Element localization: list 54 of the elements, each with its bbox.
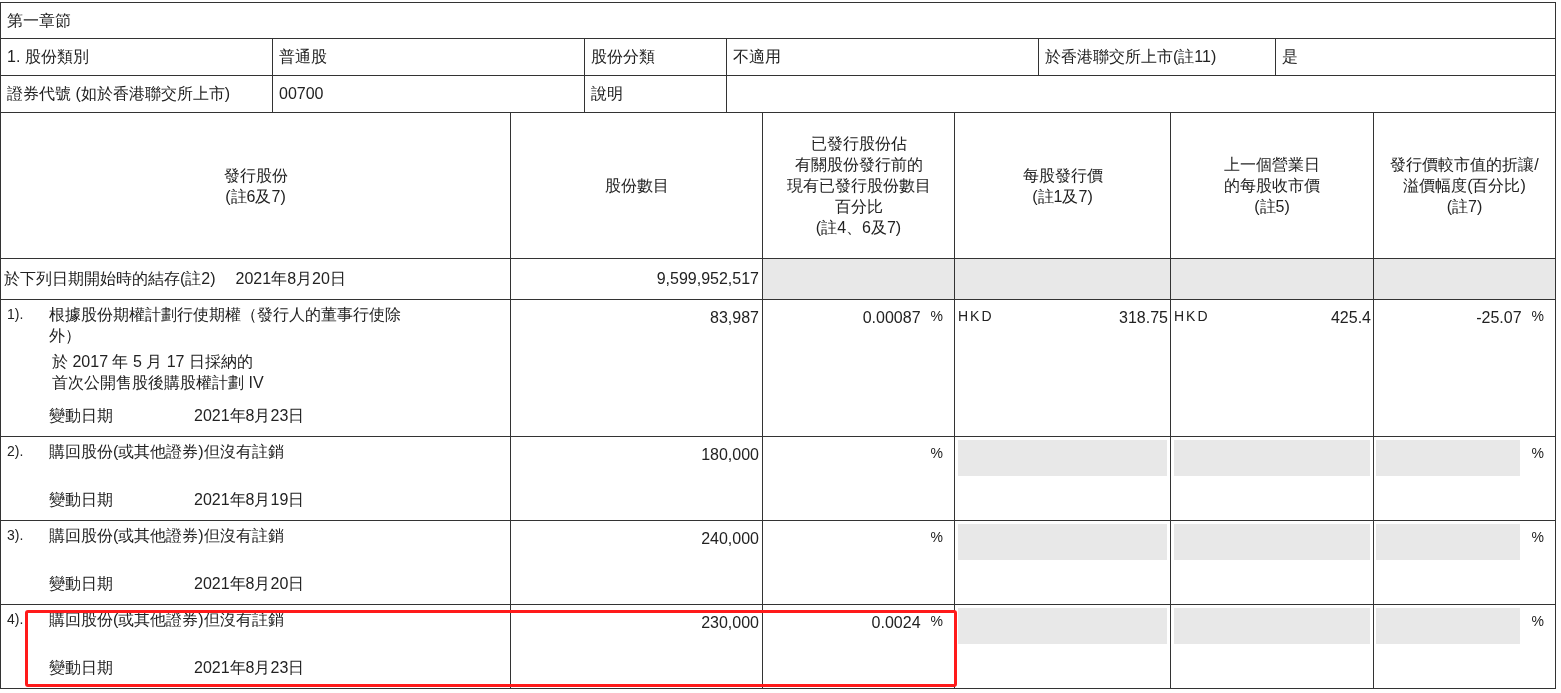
change-date: 2021年8月19日 xyxy=(194,490,305,510)
row-description: 購回股份(或其他證券)但沒有註銷 xyxy=(49,526,285,546)
share-count: 83,987 xyxy=(710,308,759,328)
column-header: 發行價較市值的折讓/ 溢價幅度(百分比) (註7) xyxy=(1390,155,1539,217)
share-count: 9,599,952,517 xyxy=(656,269,759,289)
change-date: 2021年8月23日 xyxy=(194,406,305,426)
date-label: 變動日期 xyxy=(49,490,114,510)
row-sub-description: 於 2017 年 5 月 17 日採納的 首次公開售股後購股權計劃 IV xyxy=(51,352,265,393)
row-description: 購回股份(或其他證券)但沒有註銷 xyxy=(49,442,285,462)
section-title: 第一章節 xyxy=(7,10,71,31)
percent-sign: % xyxy=(930,612,943,631)
share-count: 240,000 xyxy=(701,529,759,549)
row-index: 3). xyxy=(7,526,25,545)
price-value: 318.75 xyxy=(1119,308,1168,328)
column-header: 上一個營業日 的每股收市價 (註5) xyxy=(1224,155,1320,217)
date-label: 變動日期 xyxy=(49,406,114,426)
balance-label: 於下列日期開始時的結存(註2) xyxy=(4,269,216,289)
price-value: 425.4 xyxy=(1330,308,1371,328)
field-label: 於香港聯交所上市(註11) xyxy=(1045,47,1217,67)
share-count: 180,000 xyxy=(701,445,759,465)
column-header: 已發行股份佔 有關股份發行前的 現有已發行股份數目 百分比 (註4、6及7) xyxy=(786,134,931,238)
date-label: 變動日期 xyxy=(49,658,114,678)
field-value: 00700 xyxy=(279,84,324,104)
balance-date: 2021年8月20日 xyxy=(235,269,346,289)
field-label: 說明 xyxy=(591,84,623,104)
percent-sign: % xyxy=(1531,307,1544,326)
percent-sign: % xyxy=(1531,612,1544,631)
field-label: 證券代號 (如於香港聯交所上市) xyxy=(7,84,231,104)
percent-sign: % xyxy=(930,307,943,326)
column-header: 每股發行價 (註1及7) xyxy=(1022,165,1103,207)
change-date: 2021年8月20日 xyxy=(194,574,305,594)
currency-label: HKD xyxy=(1174,307,1210,326)
change-date: 2021年8月23日 xyxy=(194,658,305,678)
share-count: 230,000 xyxy=(701,613,759,633)
field-label: 股份分類 xyxy=(591,47,655,67)
percent-sign: % xyxy=(1531,528,1544,547)
column-header: 發行股份 (註6及7) xyxy=(223,165,288,207)
row-index: 4). xyxy=(7,610,25,629)
row-description: 根據股份期權計劃行使期權（發行人的董事行使除外） xyxy=(49,305,402,346)
percent-sign: % xyxy=(930,444,943,463)
percent-sign: % xyxy=(1531,444,1544,463)
column-header: 股份數目 xyxy=(604,176,669,196)
row-index: 1). xyxy=(7,305,25,324)
percent-sign: % xyxy=(930,528,943,547)
field-value: 不適用 xyxy=(733,47,781,67)
percentage-value: 0.0024 xyxy=(871,613,921,633)
date-label: 變動日期 xyxy=(49,574,114,594)
field-label: 1. 股份類別 xyxy=(7,47,89,67)
field-value: 普通股 xyxy=(279,47,327,67)
row-index: 2). xyxy=(7,442,25,461)
currency-label: HKD xyxy=(958,307,994,326)
percentage-value: 0.00087 xyxy=(862,308,921,328)
discount-value: -25.07 xyxy=(1476,308,1522,328)
field-value: 是 xyxy=(1282,47,1298,67)
